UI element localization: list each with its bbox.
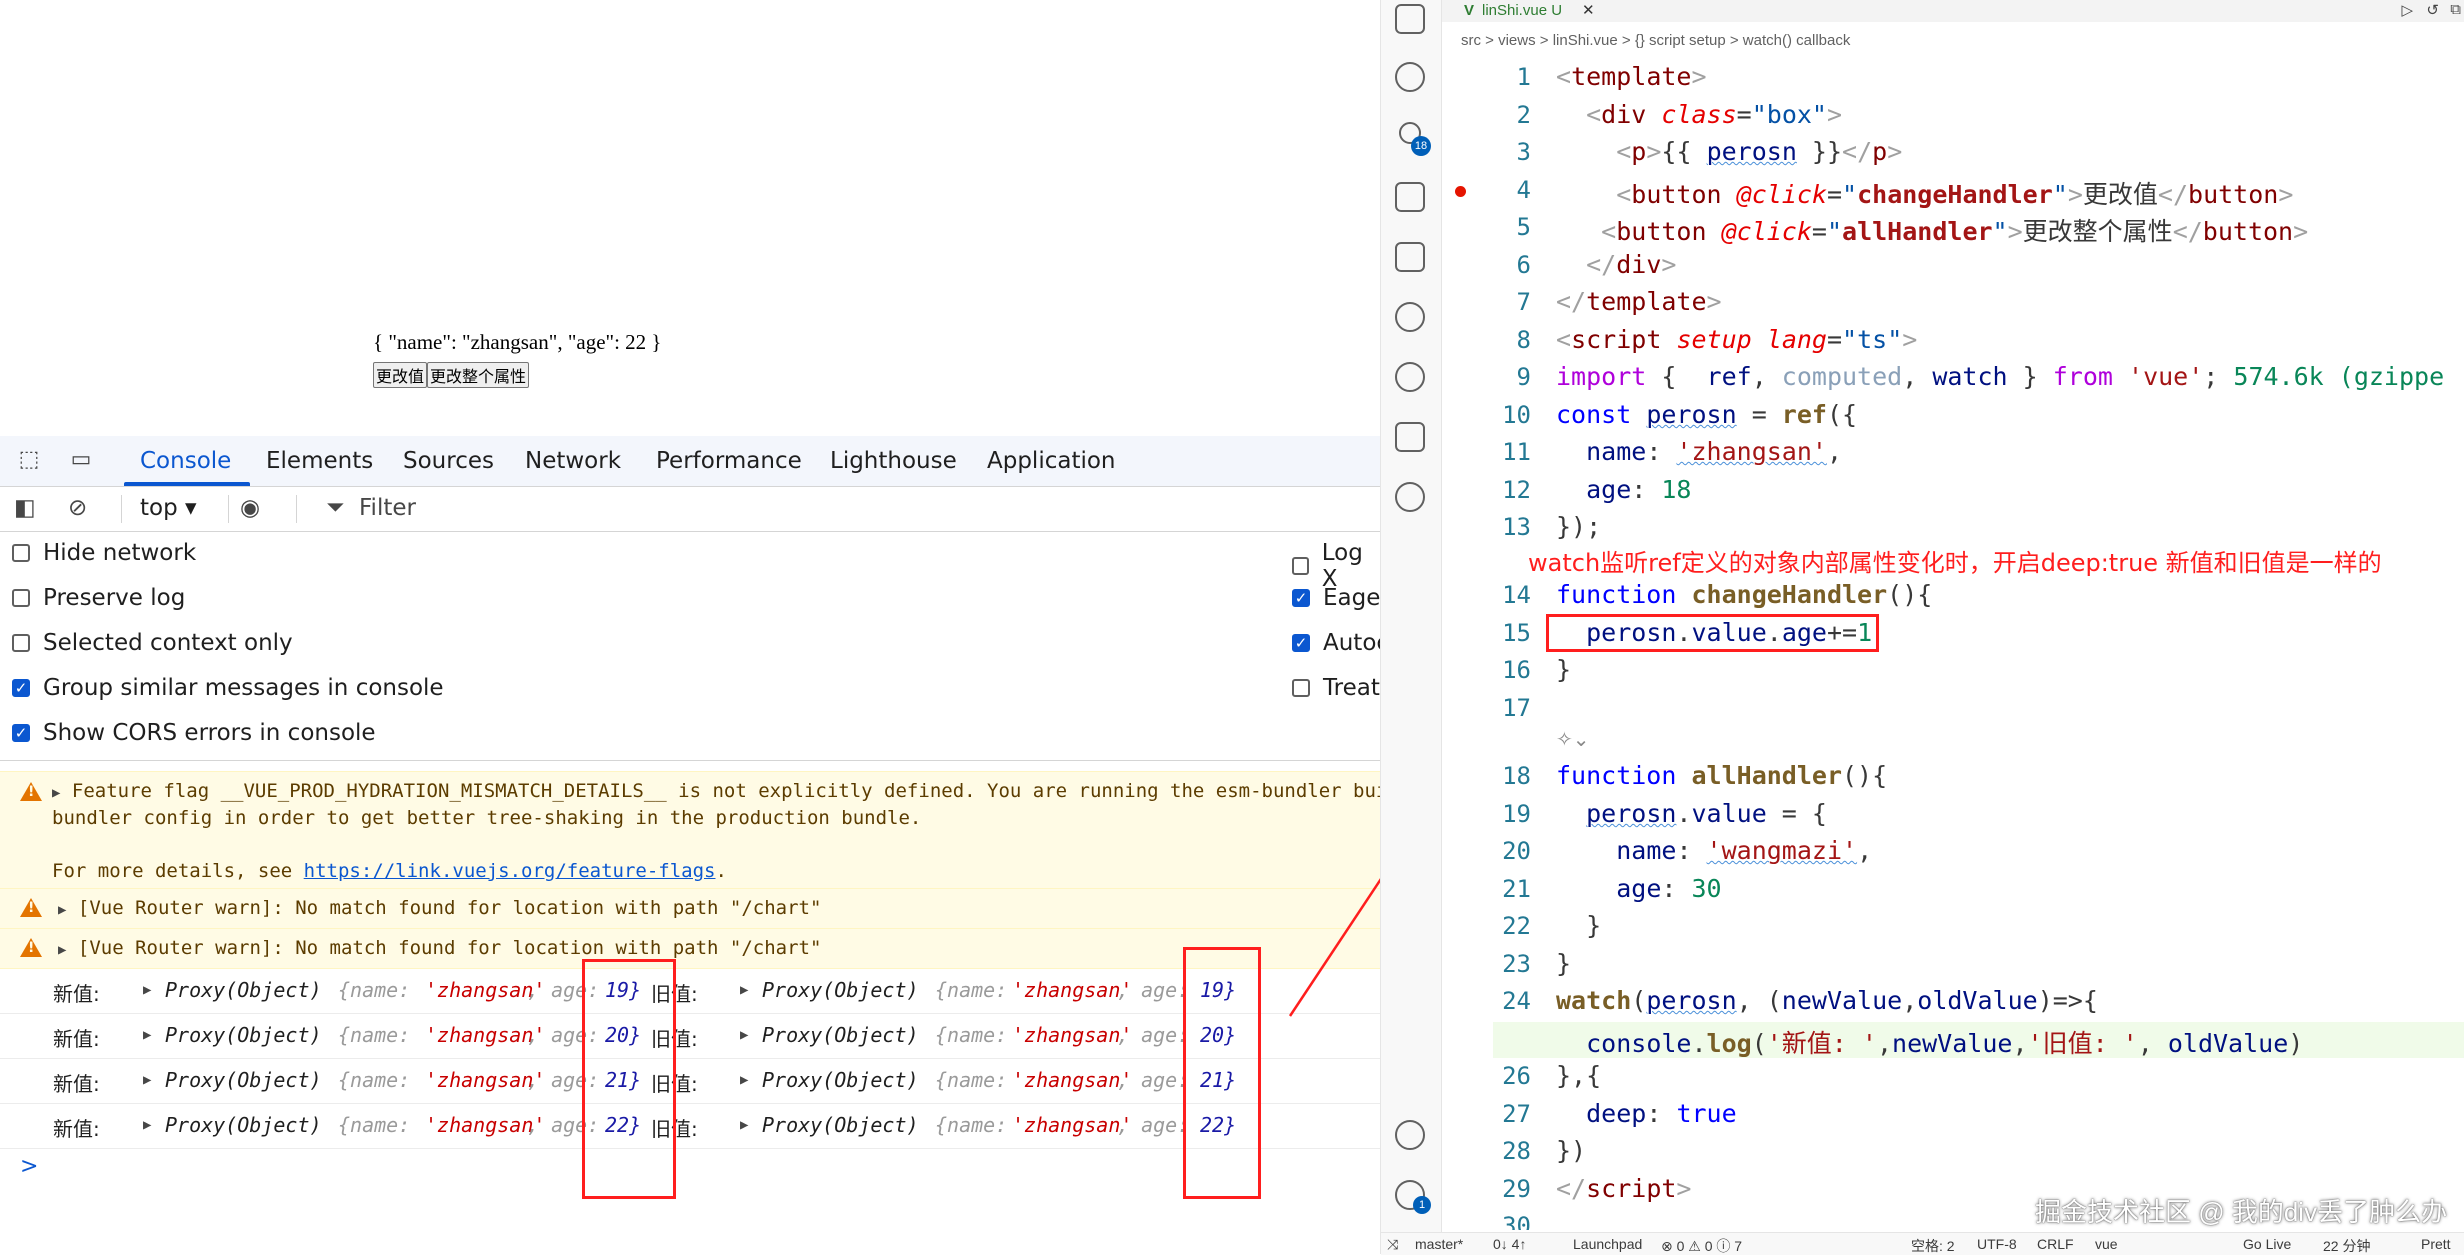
split-editor-icon[interactable]: ⧉ (2450, 1, 2461, 18)
branch-status[interactable]: master* (1415, 1236, 1463, 1252)
code-line[interactable]: <button @click="changeHandler">更改值</butt… (1556, 175, 2293, 211)
code-line[interactable]: }) (1556, 1136, 1586, 1165)
timeline-icon[interactable] (1395, 362, 1425, 392)
code-line[interactable]: }); (1556, 512, 1601, 541)
line-number: 29 (1502, 1175, 1531, 1203)
line-number: 12 (1502, 476, 1531, 504)
line-number: 6 (1516, 251, 1531, 279)
code-line[interactable]: console.log('新值: ',newValue,'旧值: ', oldV… (1556, 1024, 2303, 1060)
timeline-icon[interactable]: ↺ (2426, 1, 2439, 19)
code-line[interactable]: </template> (1556, 287, 1722, 316)
code-line[interactable]: } (1556, 949, 1571, 978)
line-number: 16 (1502, 656, 1531, 684)
line-number: 27 (1502, 1100, 1531, 1128)
code-editor: 18 1 V linShi.vue U ✕ ▷ ↺ ⧉ src > views … (1380, 0, 2464, 1255)
copilot-sparkle-icon[interactable]: ✧⌄ (1556, 727, 1590, 752)
account-icon[interactable] (1395, 1120, 1425, 1150)
code-line[interactable]: <template> (1556, 62, 1707, 91)
code-line[interactable]: </script> (1556, 1174, 1691, 1203)
annotation-text: watch监听ref定义的对象内部属性变化时，开启deep:true 新值和旧值… (1528, 549, 2382, 577)
code-line[interactable]: age: 30 (1556, 874, 1721, 903)
code-line[interactable]: </div> (1556, 250, 1676, 279)
line-number: 11 (1502, 438, 1531, 466)
code-line[interactable]: <div class="box"> (1556, 100, 1842, 129)
line-number: 22 (1502, 912, 1531, 940)
explorer-icon[interactable] (1395, 4, 1425, 34)
line-number: 9 (1516, 363, 1531, 391)
remote-icon[interactable] (1395, 302, 1425, 332)
remote-icon[interactable]: ⤨ (1387, 1236, 1398, 1253)
breakpoint-icon[interactable] (1455, 186, 1466, 197)
editor-tab-bar: V linShi.vue U ✕ ▷ ↺ ⧉ (1442, 0, 2464, 22)
history-icon[interactable] (1395, 482, 1425, 512)
code-line[interactable]: watch(perosn, (newValue,oldValue)=>{ (1556, 986, 2098, 1015)
code-line[interactable]: <p>{{ perosn }}</p> (1556, 137, 1902, 166)
watermark-text: 掘金技术社区 @ 我的div丢了肿么办 (2035, 1197, 2448, 1227)
code-line[interactable]: } (1556, 655, 1571, 684)
line-number: 23 (1502, 950, 1531, 978)
code-line[interactable]: perosn.value = { (1556, 799, 1827, 828)
run-debug-icon[interactable] (1395, 182, 1425, 212)
go-live-status[interactable]: Go Live (2243, 1236, 2291, 1252)
line-number: 2 (1516, 101, 1531, 129)
code-line[interactable]: function changeHandler(){ (1556, 580, 1932, 609)
code-line[interactable]: <script setup lang="ts"> (1556, 325, 1917, 354)
highlight-box-age-increment (1546, 614, 1879, 652)
code-line[interactable]: const perosn = ref({ (1556, 400, 1857, 429)
code-line[interactable]: },{ (1556, 1061, 1601, 1090)
prettier-status[interactable]: Prett (2421, 1236, 2451, 1252)
time-status[interactable]: 22 分钟 (2323, 1236, 2370, 1256)
line-number: 8 (1516, 326, 1531, 354)
code-line[interactable]: function allHandler(){ (1556, 761, 1887, 790)
line-number: 21 (1502, 875, 1531, 903)
line-number: 24 (1502, 987, 1531, 1015)
line-number: 13 (1502, 513, 1531, 541)
vue-file-icon: V (1464, 2, 1475, 19)
code-line[interactable]: <button @click="allHandler">更改整个属性</butt… (1556, 212, 2308, 248)
editor-tab-title[interactable]: linShi.vue U (1482, 2, 1562, 19)
line-number: 5 (1516, 213, 1531, 241)
activity-bar: 18 1 (1381, 0, 1442, 1232)
status-bar: ⤨ master* 0↓ 4↑ Launchpad ⊗ 0 ⚠ 0 ⓘ 7 空格… (1381, 1232, 2464, 1255)
line-number: 20 (1502, 837, 1531, 865)
sync-status[interactable]: 0↓ 4↑ (1493, 1236, 1526, 1252)
line-number: 10 (1502, 401, 1531, 429)
line-number: 7 (1516, 288, 1531, 316)
line-number: 3 (1516, 138, 1531, 166)
problems-status[interactable]: ⊗ 0 ⚠ 0 ⓘ 7 (1661, 1236, 1742, 1256)
eol-status[interactable]: CRLF (2037, 1236, 2074, 1252)
source-control-badge: 18 (1411, 136, 1431, 156)
line-number: 30 (1502, 1212, 1531, 1230)
close-tab-icon[interactable]: ✕ (1582, 1, 1595, 19)
line-number: 15 (1502, 619, 1531, 647)
line-number: 1 (1516, 63, 1531, 91)
encoding-status[interactable]: UTF-8 (1977, 1236, 2017, 1252)
code-line[interactable]: import { ref, computed, watch } from 'vu… (1556, 362, 2444, 391)
code-line[interactable]: name: 'zhangsan', (1556, 437, 1842, 466)
line-number: 17 (1502, 694, 1531, 722)
line-number: 28 (1502, 1137, 1531, 1165)
run-icon[interactable]: ▷ (2401, 1, 2413, 19)
code-line[interactable]: } (1556, 911, 1601, 940)
settings-badge: 1 (1413, 1196, 1431, 1214)
language-status[interactable]: vue (2095, 1236, 2118, 1252)
launchpad-status[interactable]: Launchpad (1573, 1236, 1642, 1252)
indent-status[interactable]: 空格: 2 (1911, 1236, 1955, 1256)
line-number: 14 (1502, 581, 1531, 609)
extensions-icon[interactable] (1395, 242, 1425, 272)
code-line[interactable]: age: 18 (1556, 475, 1691, 504)
code-line[interactable]: deep: true (1556, 1099, 1737, 1128)
testing-icon[interactable] (1395, 422, 1425, 452)
line-number: 26 (1502, 1062, 1531, 1090)
line-number: 19 (1502, 800, 1531, 828)
code-line[interactable]: name: 'wangmazi', (1556, 836, 1872, 865)
line-number: 18 (1502, 762, 1531, 790)
breadcrumb[interactable]: src > views > linShi.vue > {} script set… (1461, 32, 1850, 49)
search-icon[interactable] (1395, 62, 1425, 92)
